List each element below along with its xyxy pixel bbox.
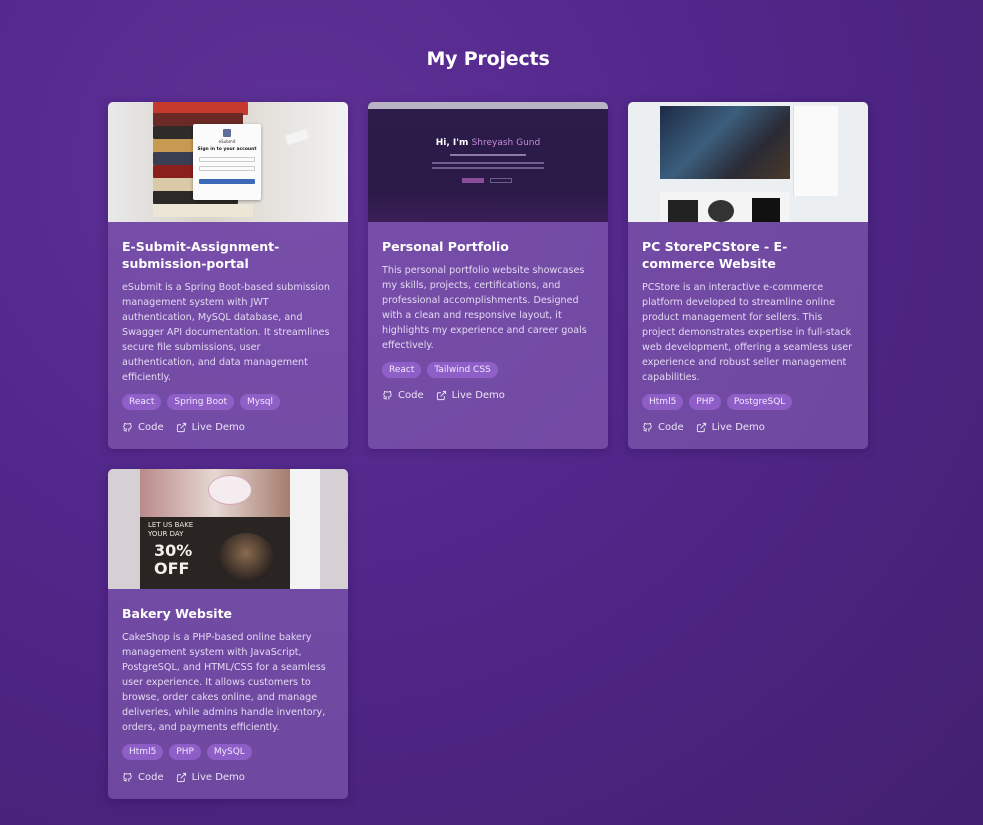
code-label: Code: [138, 422, 164, 433]
tag: React: [382, 362, 422, 378]
promo-discount: 30%: [154, 541, 193, 560]
tag: React: [122, 394, 162, 410]
hero-text-line: [432, 162, 544, 164]
project-title: PC StorePCStore - E-commerce Website: [642, 239, 788, 271]
project-thumbnail-bakery[interactable]: LET US BAKE YOUR DAY 30% OFF: [108, 469, 348, 589]
project-links: Code Live Demo: [642, 422, 854, 433]
signin-brand: eSubmit: [218, 139, 236, 144]
tag: Html5: [642, 394, 684, 410]
promo-banner: LET US BAKE YOUR DAY 30% OFF: [140, 517, 290, 589]
promo-line1: LET US BAKE: [148, 521, 194, 529]
hero-prefix: Hi, I'm: [435, 138, 472, 148]
signin-button: [199, 179, 255, 184]
stapler-image: [284, 128, 310, 146]
hero-subtitle-line: [450, 154, 526, 156]
github-icon: [123, 422, 132, 432]
live-demo-link[interactable]: Live Demo: [696, 422, 765, 433]
password-field: [199, 166, 255, 171]
tag: PHP: [169, 744, 201, 760]
project-links: Code Live Demo: [382, 390, 594, 401]
sidebar-preview: [793, 106, 838, 196]
project-card-esubmit: eSubmit Sign in to your account E-Submit…: [108, 102, 348, 449]
tag-list: React Spring Boot Mysql: [122, 394, 334, 410]
gaming-setup-image: [660, 106, 790, 179]
signin-dialog-preview: eSubmit Sign in to your account: [193, 124, 261, 200]
live-demo-label: Live Demo: [191, 772, 245, 783]
live-demo-label: Live Demo: [191, 422, 245, 433]
code-link[interactable]: Code: [642, 422, 684, 433]
live-demo-label: Live Demo: [451, 390, 505, 401]
code-label: Code: [398, 390, 424, 401]
live-demo-link[interactable]: Live Demo: [176, 772, 245, 783]
product-row-preview: [660, 192, 790, 222]
promo-off: OFF: [154, 559, 190, 578]
project-thumbnail-portfolio[interactable]: Hi, I'm Shreyash Gund: [368, 102, 608, 222]
code-label: Code: [138, 772, 164, 783]
signin-heading: Sign in to your account: [197, 147, 257, 152]
cupcake-image: [218, 533, 274, 583]
tag: PHP: [689, 394, 721, 410]
project-title: Personal Portfolio: [382, 239, 509, 254]
product-image: [668, 200, 698, 222]
code-link[interactable]: Code: [122, 422, 164, 433]
hero-button-preview: [490, 178, 512, 183]
promo-line2: YOUR DAY: [148, 530, 184, 538]
hero-heading-preview: Hi, I'm Shreyash Gund: [368, 138, 608, 148]
external-link-icon: [696, 422, 706, 433]
tag: Mysql: [240, 394, 281, 410]
product-image: [752, 198, 780, 222]
project-card-portfolio: Hi, I'm Shreyash Gund Personal Portfolio…: [368, 102, 608, 449]
live-demo-label: Live Demo: [711, 422, 765, 433]
sidebar-preview: [290, 469, 320, 589]
nav-bar-preview: [368, 102, 608, 109]
tag-list: Html5 PHP MySQL: [122, 744, 334, 760]
product-image: [708, 200, 734, 222]
project-description: This personal portfolio website showcase…: [382, 265, 587, 351]
external-link-icon: [176, 772, 186, 783]
hero-button-preview: [462, 178, 484, 183]
logo-icon: [223, 129, 231, 137]
code-label: Code: [658, 422, 684, 433]
project-thumbnail-esubmit[interactable]: eSubmit Sign in to your account: [108, 102, 348, 222]
external-link-icon: [436, 390, 446, 401]
project-card-bakery: LET US BAKE YOUR DAY 30% OFF Bakery Webs…: [108, 469, 348, 799]
live-demo-link[interactable]: Live Demo: [176, 422, 245, 433]
tag-list: React Tailwind CSS: [382, 362, 594, 378]
project-links: Code Live Demo: [122, 772, 334, 783]
bakery-logo: [208, 475, 252, 505]
project-links: Code Live Demo: [122, 422, 334, 433]
tag: Html5: [122, 744, 164, 760]
code-link[interactable]: Code: [122, 772, 164, 783]
project-description: CakeShop is a PHP-based online bakery ma…: [122, 632, 326, 733]
project-title: E-Submit-Assignment-submission-portal: [122, 239, 280, 271]
hero-text-line: [432, 167, 544, 169]
tag-list: Html5 PHP PostgreSQL: [642, 394, 854, 410]
live-demo-link[interactable]: Live Demo: [436, 390, 505, 401]
tag: PostgreSQL: [726, 394, 793, 410]
github-icon: [643, 422, 652, 432]
tag: MySQL: [206, 744, 252, 760]
project-card-pcstore: PC StorePCStore - E-commerce Website PCS…: [628, 102, 868, 449]
github-icon: [123, 772, 132, 782]
project-thumbnail-pcstore[interactable]: [628, 102, 868, 222]
hero-name: Shreyash Gund: [471, 138, 541, 148]
project-title: Bakery Website: [122, 606, 233, 621]
tag: Spring Boot: [167, 394, 235, 410]
external-link-icon: [176, 422, 186, 433]
email-field: [199, 157, 255, 162]
page-title: My Projects: [426, 48, 550, 70]
project-description: eSubmit is a Spring Boot-based submissio…: [122, 282, 330, 383]
github-icon: [383, 390, 392, 400]
project-description: PCStore is an interactive e-commerce pla…: [642, 282, 853, 383]
tag: Tailwind CSS: [427, 362, 498, 378]
code-link[interactable]: Code: [382, 390, 424, 401]
